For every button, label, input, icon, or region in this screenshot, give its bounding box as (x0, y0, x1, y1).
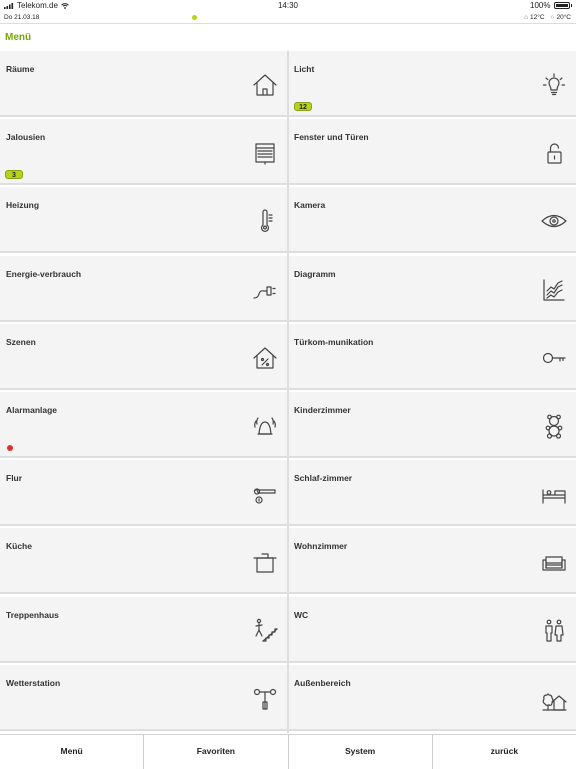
menu-tile-energie-verbrauch[interactable]: Energie-verbrauch (0, 255, 287, 322)
date-label: Do 21.03.18 (4, 14, 40, 21)
battery-icon (553, 2, 570, 9)
menu-tile-label: Räume (6, 64, 35, 74)
menu-tile-wohnzimmer[interactable]: Wohnzimmer (289, 528, 576, 595)
menu-tile-flur[interactable]: Flur (0, 460, 287, 527)
column-divider (287, 51, 289, 733)
menu-tile-label: Szenen (6, 336, 36, 347)
toilet-people-icon (540, 617, 568, 645)
menu-tile-szenen[interactable]: Szenen (0, 323, 287, 390)
connection-indicator (192, 15, 197, 20)
menu-tile-außenbereich[interactable]: Außenbereich (289, 664, 576, 731)
menu-tile-label: Diagramm (294, 268, 336, 279)
eye-icon (540, 207, 568, 235)
menu-tile-alarmanlage[interactable]: Alarmanlage (0, 392, 287, 458)
menu-tile-label: Licht (294, 64, 315, 74)
menu-tile-label: Kamera (294, 200, 326, 211)
sofa-icon (540, 548, 568, 576)
indoor-temp-value: 20°C (556, 14, 571, 21)
menu-tile-label: Alarmanlage (6, 405, 58, 415)
status-bar: Telekom.de 14:30 100% (0, 0, 576, 12)
anemometer-icon (251, 685, 279, 713)
menu-tile-türkom-munikation[interactable]: Türkom-munikation (289, 323, 576, 390)
lightbulb-icon (540, 71, 568, 99)
tree-house-icon (540, 685, 568, 713)
thermometer-icon (251, 207, 279, 235)
tab-favorites[interactable]: Favoriten (144, 735, 289, 769)
menu-tile-label: Fenster und Türen (294, 132, 369, 143)
menu-tile-kinderzimmer[interactable]: Kinderzimmer (289, 392, 576, 458)
menu-tile-label: Heizung (6, 200, 40, 211)
house-percent-icon (251, 344, 279, 372)
blinds-icon (251, 139, 279, 167)
menu-tile-treppenhaus[interactable]: Treppenhaus (0, 596, 287, 663)
menu-tile-fenster-und-türen[interactable]: Fenster und Türen (289, 119, 576, 186)
alert-indicator (7, 445, 13, 451)
menu-tile-label: Flur (6, 473, 23, 484)
menu-tile-licht[interactable]: Licht 12 (289, 51, 576, 117)
info-bar: Do 21.03.18 ⌂ 12°C ○ 20°C (0, 12, 576, 23)
outdoor-temp-icon: ⌂ (524, 14, 528, 21)
menu-tile-jalousien[interactable]: Jalousien 3 (0, 119, 287, 186)
menu-tile-label: Kinderzimmer (294, 405, 351, 415)
menu-tile-küche[interactable]: Küche (0, 528, 287, 595)
stairs-icon (251, 617, 279, 645)
menu-tile-label: Küche (6, 541, 32, 552)
menu-tile-label: WC (294, 609, 309, 620)
indoor-temp: ○ 20°C (551, 14, 571, 21)
menu-tile-räume[interactable]: Räume (0, 51, 287, 117)
count-badge: 3 (5, 170, 23, 180)
menu-tile-label: Wetterstation (6, 677, 61, 688)
bottom-tab-bar: Menü Favoriten System zurück (0, 734, 576, 769)
plug-icon (251, 276, 279, 304)
house-icon (251, 71, 279, 99)
menu-tile-wc[interactable]: WC (289, 596, 576, 663)
battery-tip (570, 4, 572, 7)
menu-tile-label: Schlaf-zimmer (294, 473, 353, 484)
menu-tile-schlaf-zimmer[interactable]: Schlaf-zimmer (289, 460, 576, 527)
page-title: Menü (5, 32, 32, 43)
indoor-temp-icon: ○ (550, 14, 555, 21)
clock: 14:30 (277, 1, 299, 10)
menu-tile-label: Außenbereich (294, 677, 351, 688)
tab-system[interactable]: System (289, 735, 433, 769)
count-badge: 12 (294, 102, 312, 111)
menu-tile-label: Energie-verbrauch (6, 268, 82, 279)
outdoor-temp-value: 12°C (530, 14, 545, 21)
tab-menu[interactable]: Menü (0, 735, 145, 769)
padlock-icon (540, 139, 568, 167)
menu-tile-label: Treppenhaus (6, 609, 59, 620)
outdoor-temp: ⌂ 12°C (524, 14, 544, 21)
door-handle-icon (251, 480, 279, 508)
menu-tile-wetterstation[interactable]: Wetterstation (0, 664, 287, 731)
menu-tile-label: Wohnzimmer (294, 541, 348, 552)
key-icon (540, 344, 568, 372)
menu-tile-heizung[interactable]: Heizung (0, 187, 287, 254)
menu-tile-label: Jalousien (6, 132, 46, 143)
menu-tile-diagramm[interactable]: Diagramm (289, 255, 576, 322)
tab-back[interactable]: zurück (433, 735, 576, 769)
alarm-bell-icon (251, 412, 279, 440)
chart-icon (540, 276, 568, 304)
teddy-bear-icon (540, 412, 568, 440)
menu-tile-label: Türkom-munikation (294, 336, 374, 347)
cooking-pot-icon (251, 548, 279, 576)
battery-percent: 100% (530, 1, 551, 10)
battery-group: 100% (530, 1, 572, 10)
header-divider (0, 23, 576, 24)
menu-tile-kamera[interactable]: Kamera (289, 187, 576, 254)
bed-icon (540, 480, 568, 508)
temperature-group: ⌂ 12°C ○ 20°C (524, 14, 571, 21)
